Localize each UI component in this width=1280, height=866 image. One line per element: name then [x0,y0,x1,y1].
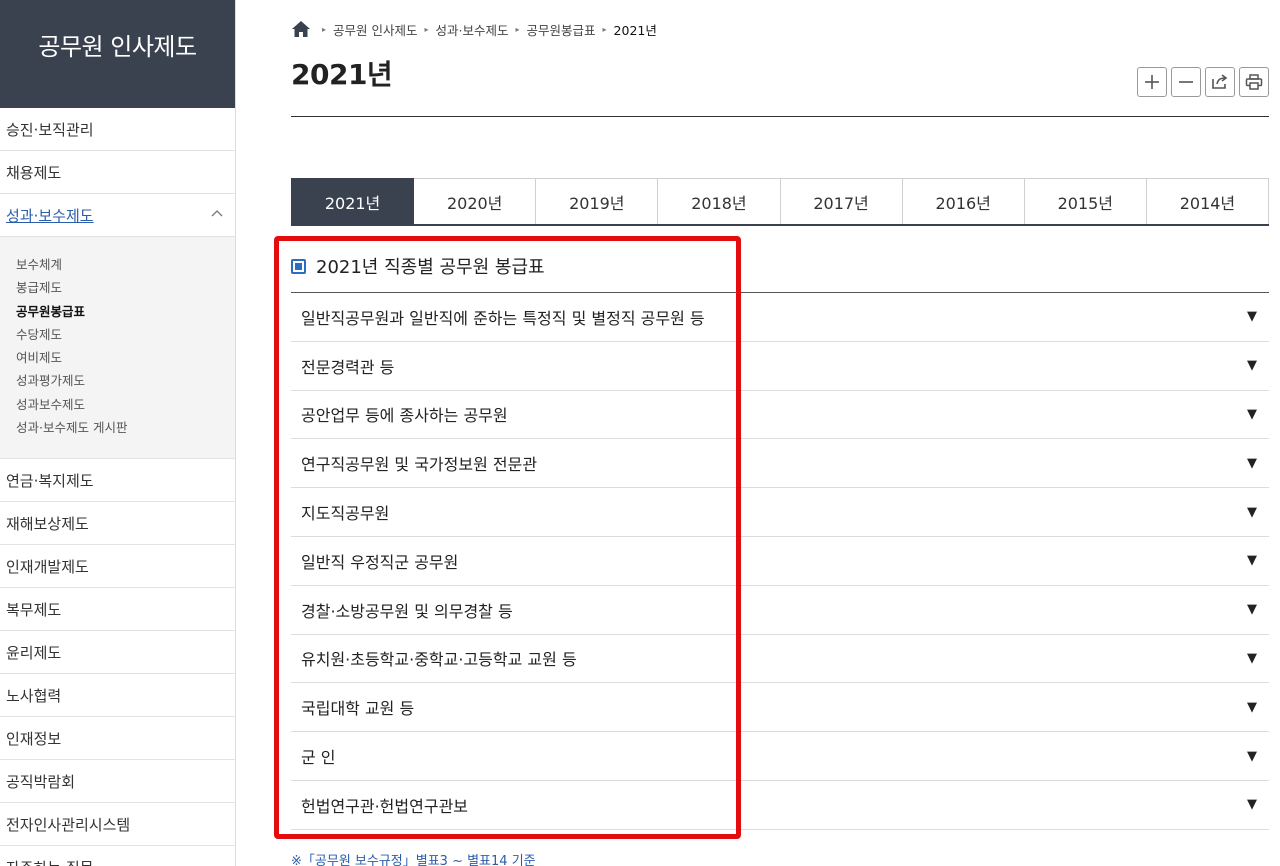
salary-table-accordion: 일반직공무원과 일반직에 준하는 특정직 및 별정직 공무원 등 ▼ 전문경력관 등… [291,292,1269,830]
breadcrumb-separator-icon: ▸ [322,24,327,34]
submenu-item[interactable]: 성과·보수제도 게시판 [16,416,235,439]
print-icon[interactable] [1239,67,1269,97]
expand-arrow-icon[interactable]: ▼ [1247,407,1257,422]
expand-arrow-icon[interactable]: ▼ [1247,602,1257,617]
footnote: ※「공무원 보수규정」별표3 ~ 별표14 기준 [291,854,536,866]
accordion-row-label: 공안업무 등에 종사하는 공무원 [301,406,508,426]
sidebar-item[interactable]: 공직박람회 [0,760,235,804]
sidebar-item[interactable]: 자주하는 질문 [0,846,235,866]
page-title: 2021년 [291,58,393,91]
accordion-row-label: 군 인 [301,748,336,768]
accordion-row-label: 전문경력관 등 [301,357,395,377]
accordion-row[interactable]: 일반직 우정직군 공무원 ▼ [291,537,1269,586]
accordion-row[interactable]: 전문경력관 등 ▼ [291,342,1269,391]
tab-year[interactable]: 2015년 [1024,178,1147,224]
accordion-row[interactable]: 일반직공무원과 일반직에 준하는 특정직 및 별정직 공무원 등 ▼ [291,293,1269,342]
sidebar-item[interactable]: 인재정보 [0,717,235,761]
accordion-row[interactable]: 공안업무 등에 종사하는 공무원 ▼ [291,391,1269,440]
section-heading-text: 2021년 직종별 공무원 봉급표 [316,257,545,278]
zoom-in-icon[interactable] [1137,67,1167,97]
accordion-row[interactable]: 연구직공무원 및 국가정보원 전문관 ▼ [291,439,1269,489]
tab-year[interactable]: 2016년 [902,178,1025,224]
home-icon[interactable] [291,20,311,38]
accordion-row-label: 일반직 우정직군 공무원 [301,552,459,572]
expand-arrow-icon[interactable]: ▼ [1247,456,1257,471]
sidebar-item[interactable]: 윤리제도 [0,631,235,675]
sidebar-item[interactable]: 전자인사관리시스템 [0,803,235,847]
section-heading: 2021년 직종별 공무원 봉급표 [291,252,545,280]
accordion-row-label: 국립대학 교원 등 [301,699,415,719]
tab-year[interactable]: 2017년 [780,178,903,224]
accordion-row-label: 유치원·초등학교·중학교·고등학교 교원 등 [301,650,577,670]
accordion-row[interactable]: 군 인 ▼ [291,732,1269,781]
page-tools [1137,67,1269,97]
accordion-row[interactable]: 유치원·초등학교·중학교·고등학교 교원 등 ▼ [291,635,1269,684]
sidebar-title: 공무원 인사제도 [0,0,235,108]
breadcrumb-separator-icon: ▸ [515,24,520,34]
submenu-item[interactable]: 보수체계 [16,253,235,276]
bullet-square-icon [291,258,306,274]
accordion-row-label: 일반직공무원과 일반직에 준하는 특정직 및 별정직 공무원 등 [301,308,705,328]
breadcrumb-link[interactable]: 공무원봉급표 [527,20,596,39]
accordion-row[interactable]: 국립대학 교원 등 ▼ [291,683,1269,733]
accordion-row-label: 경찰·소방공무원 및 의무경찰 등 [301,601,513,621]
expand-arrow-icon[interactable]: ▼ [1247,505,1257,520]
accordion-row-label: 연구직공무원 및 국가정보원 전문관 [301,455,538,475]
accordion-row[interactable]: 지도직공무원 ▼ [291,488,1269,537]
accordion-row-label: 헌법연구관·헌법연구관보 [301,796,469,816]
tab-year[interactable]: 2021년 [291,178,415,224]
sidebar-item-performance-pay[interactable]: 성과·보수제도 [0,194,235,237]
submenu-item[interactable]: 성과평가제도 [16,369,235,392]
submenu-item[interactable]: 공무원봉급표 [16,300,235,323]
expand-arrow-icon[interactable]: ▼ [1247,553,1257,568]
submenu-item[interactable]: 봉급제도 [16,276,235,299]
sidebar-item[interactable]: 승진·보직관리 [0,108,235,151]
zoom-out-icon[interactable] [1171,67,1201,97]
title-divider [291,116,1269,117]
main-content: ▸ 공무원 인사제도 ▸ 성과·보수제도 ▸ 공무원봉급표 ▸ 2021년 2021년 202… [291,0,1269,866]
submenu-item[interactable]: 성과보수제도 [16,393,235,416]
submenu-item[interactable]: 수당제도 [16,323,235,346]
year-tabs: 2021년 2020년 2019년 2018년 2017년 2016년 2015년 2014년 [291,178,1269,226]
expand-arrow-icon[interactable]: ▼ [1247,700,1257,715]
sidebar-item[interactable]: 연금·복지제도 [0,459,235,503]
tab-year[interactable]: 2020년 [414,178,537,224]
expand-arrow-icon[interactable]: ▼ [1247,309,1257,324]
tab-year[interactable]: 2019년 [536,178,659,224]
sidebar-item[interactable]: 재해보상제도 [0,502,235,546]
accordion-row[interactable]: 헌법연구관·헌법연구관보 ▼ [291,781,1269,830]
sidebar-submenu: 보수체계 봉급제도 공무원봉급표 수당제도 여비제도 성과평가제도 성과보수제도 성과·보수제… [0,237,235,460]
breadcrumb-current: 2021년 [613,22,657,38]
accordion-row-label: 지도직공무원 [301,504,390,524]
breadcrumb: ▸ 공무원 인사제도 ▸ 성과·보수제도 ▸ 공무원봉급표 ▸ 2021년 [291,19,657,39]
sidebar-item[interactable]: 복무제도 [0,588,235,632]
expand-arrow-icon[interactable]: ▼ [1247,651,1257,666]
share-icon[interactable] [1205,67,1235,97]
breadcrumb-link[interactable]: 성과·보수제도 [436,20,509,39]
sidebar-item[interactable]: 채용제도 [0,151,235,194]
sidebar-item[interactable]: 노사협력 [0,674,235,718]
submenu-item[interactable]: 여비제도 [16,346,235,369]
breadcrumb-link[interactable]: 공무원 인사제도 [333,20,417,39]
breadcrumb-separator-icon: ▸ [424,24,429,34]
expand-arrow-icon[interactable]: ▼ [1247,797,1257,812]
sidebar-item[interactable]: 인재개발제도 [0,545,235,589]
accordion-row[interactable]: 경찰·소방공무원 및 의무경찰 등 ▼ [291,586,1269,635]
chevron-up-icon[interactable] [211,206,223,220]
sidebar: 공무원 인사제도 승진·보직관리 채용제도 성과·보수제도 보수체계 봉급제도 공무원… [0,0,236,866]
expand-arrow-icon[interactable]: ▼ [1247,749,1257,764]
tab-year[interactable]: 2018년 [658,178,781,224]
breadcrumb-separator-icon: ▸ [602,24,607,34]
tab-year[interactable]: 2014년 [1146,178,1269,224]
expand-arrow-icon[interactable]: ▼ [1247,358,1257,373]
sidebar-item-label: 성과·보수제도 [6,206,94,225]
